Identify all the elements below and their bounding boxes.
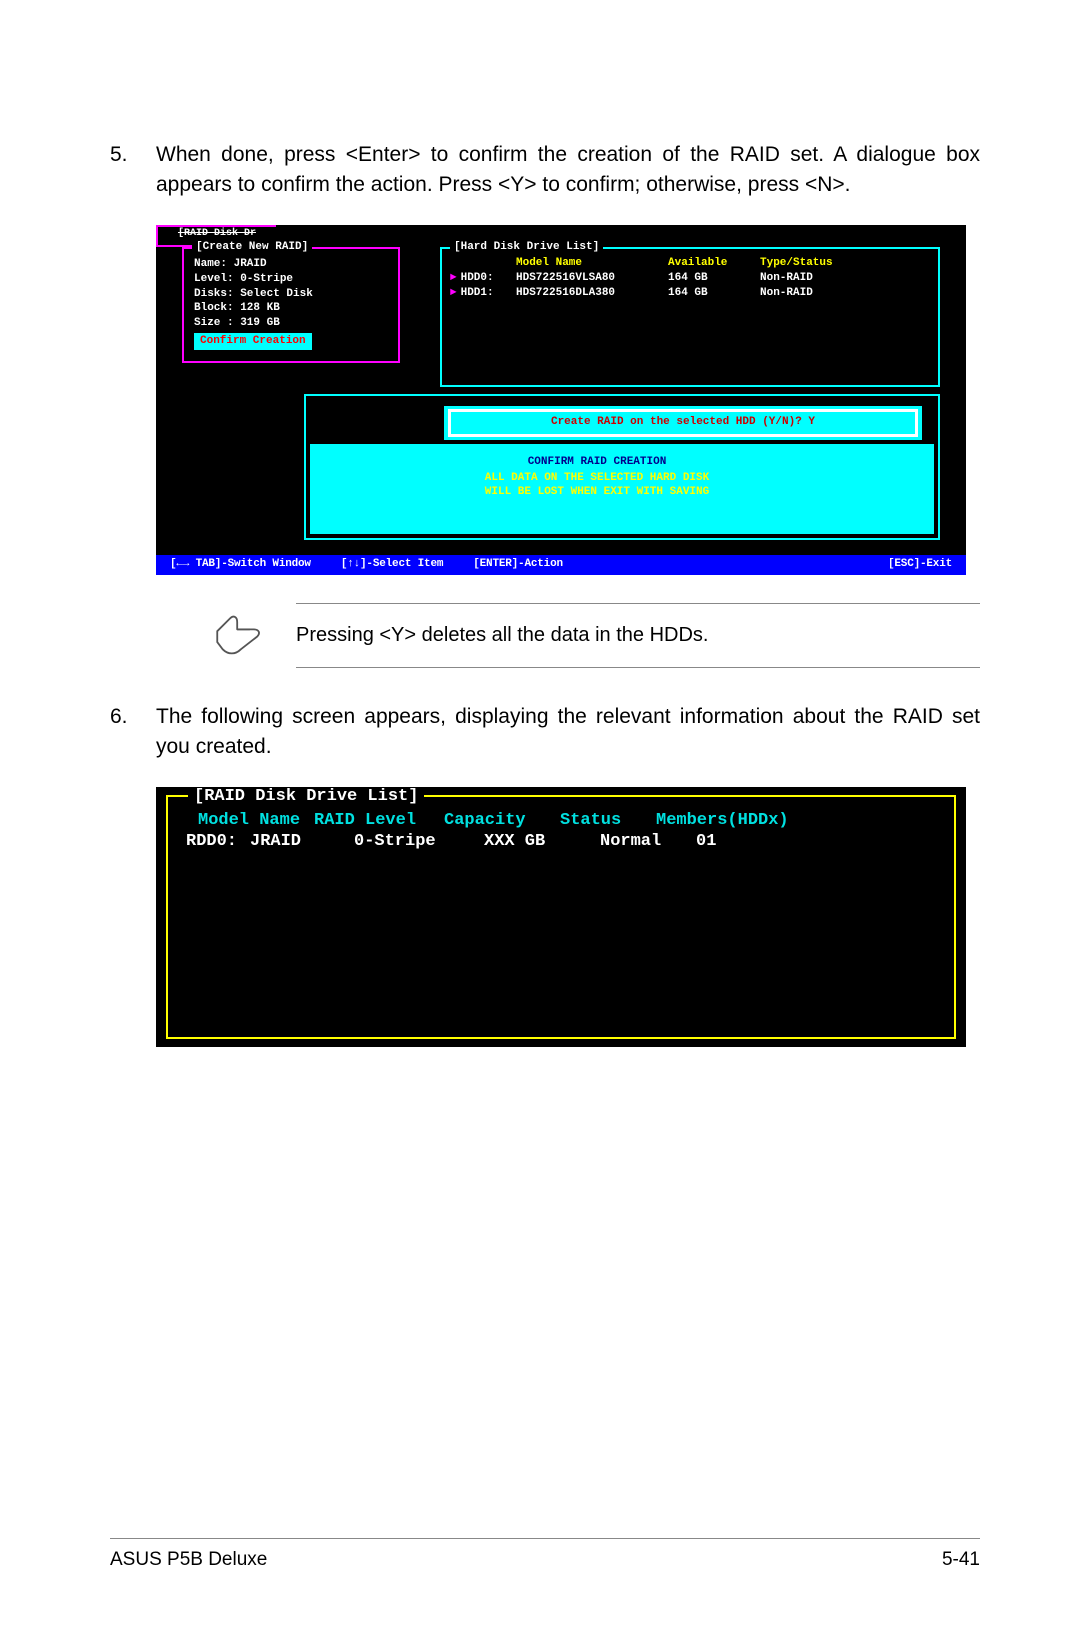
pointer-icon: ►: [450, 287, 457, 299]
dialog-warn-line2: WILL BE LOST WHEN EXIT WITH SAVING: [310, 486, 884, 500]
confirm-creation-button[interactable]: Confirm Creation: [194, 333, 312, 350]
hdd-avail: 164 GB: [668, 271, 760, 286]
hint-arrows: [↑↓]-Select Item: [341, 558, 443, 575]
hdd-type: Non-RAID: [760, 271, 870, 286]
raid-id: RDD0:: [186, 832, 250, 851]
note-text: Pressing <Y> deletes all the data in the…: [296, 603, 980, 668]
step-5: 5. When done, press <Enter> to confirm t…: [110, 140, 980, 201]
col-status: Status: [560, 811, 656, 830]
step-text: The following screen appears, displaying…: [156, 702, 980, 763]
col-members: Members(HDDx): [656, 811, 796, 830]
hdd-row-0[interactable]: ► HDD0: HDS722516VLSA80 164 GB Non-RAID: [442, 271, 938, 286]
note-hand-icon: [210, 604, 268, 667]
field-size: Size : 319 GB: [194, 316, 388, 331]
hdd-model: HDS722516DLA380: [516, 286, 668, 301]
hdd-id: HDD1:: [461, 287, 494, 299]
panel-content: Name: JRAID Level: 0-Stripe Disks: Selec…: [184, 249, 398, 354]
step-number: 5.: [110, 140, 156, 201]
step-number: 6.: [110, 702, 156, 763]
hdd-row-1[interactable]: ► HDD1: HDS722516DLA380 164 GB Non-RAID: [442, 286, 938, 301]
raid-level: 0-Stripe: [354, 832, 484, 851]
hdd-list-panel: [Hard Disk Drive List] Model Name Availa…: [440, 247, 940, 387]
hdd-avail: 164 GB: [668, 286, 760, 301]
raid-list-panel: [RAID Disk Drive List] Model Name RAID L…: [166, 795, 956, 1039]
note-row: Pressing <Y> deletes all the data in the…: [210, 603, 980, 668]
raid-row-0[interactable]: RDD0: JRAID 0-Stripe XXX GB Normal 01: [168, 832, 954, 851]
dialog-warning-box: CONFIRM RAID CREATION ALL DATA ON THE SE…: [310, 444, 934, 534]
col-model: Model Name: [198, 811, 314, 830]
raid-status: Normal: [600, 832, 696, 851]
hint-esc: [ESC]-Exit: [888, 558, 952, 575]
col-capacity: Capacity: [444, 811, 560, 830]
panel-title: [RAID Disk Drive List]: [188, 787, 424, 806]
raid-cap: XXX GB: [484, 832, 600, 851]
dialog-prompt-box: Create RAID on the selected HDD (Y/N)? Y: [444, 406, 922, 440]
hdd-type: Non-RAID: [760, 286, 870, 301]
hdd-model: HDS722516VLSA80: [516, 271, 668, 286]
field-level: Level: 0-Stripe: [194, 272, 388, 287]
panel-title: [Create New RAID]: [192, 241, 312, 253]
hdd-id: HDD0:: [461, 272, 494, 284]
field-block: Block: 128 KB: [194, 301, 388, 316]
dialog-warn-line1: ALL DATA ON THE SELECTED HARD DISK: [310, 472, 884, 486]
field-name: Name: JRAID: [194, 257, 388, 272]
bios-screenshot-1: [Create New RAID] Name: JRAID Level: 0-S…: [156, 225, 966, 575]
footer-product: ASUS P5B Deluxe: [110, 1549, 267, 1571]
hint-tab: [←→ TAB]-Switch Window: [170, 558, 311, 575]
dialog-prompt[interactable]: Create RAID on the selected HDD (Y/N)? Y: [448, 409, 918, 437]
bios-screenshot-2: [RAID Disk Drive List] Model Name RAID L…: [156, 787, 966, 1047]
step-6: 6. The following screen appears, display…: [110, 702, 980, 763]
confirm-dialog: Create RAID on the selected HDD (Y/N)? Y…: [304, 394, 940, 540]
field-disks: Disks: Select Disk: [194, 287, 388, 302]
col-type: Type/Status: [760, 257, 870, 269]
create-new-raid-panel: [Create New RAID] Name: JRAID Level: 0-S…: [182, 247, 400, 363]
raid-model: JRAID: [250, 832, 354, 851]
key-hint-bar: [←→ TAB]-Switch Window [↑↓]-Select Item …: [156, 555, 966, 575]
page-footer: ASUS P5B Deluxe 5-41: [110, 1538, 980, 1571]
dialog-title: CONFIRM RAID CREATION: [310, 456, 884, 468]
panel-title: [Hard Disk Drive List]: [450, 241, 603, 253]
step-text: When done, press <Enter> to confirm the …: [156, 140, 980, 201]
col-level: RAID Level: [314, 811, 444, 830]
footer-page: 5-41: [942, 1549, 980, 1571]
col-model: Model Name: [516, 257, 668, 269]
raid-members: 01: [696, 832, 836, 851]
col-available: Available: [668, 257, 760, 269]
pointer-icon: ►: [450, 272, 457, 284]
hint-enter: [ENTER]-Action: [473, 558, 563, 575]
